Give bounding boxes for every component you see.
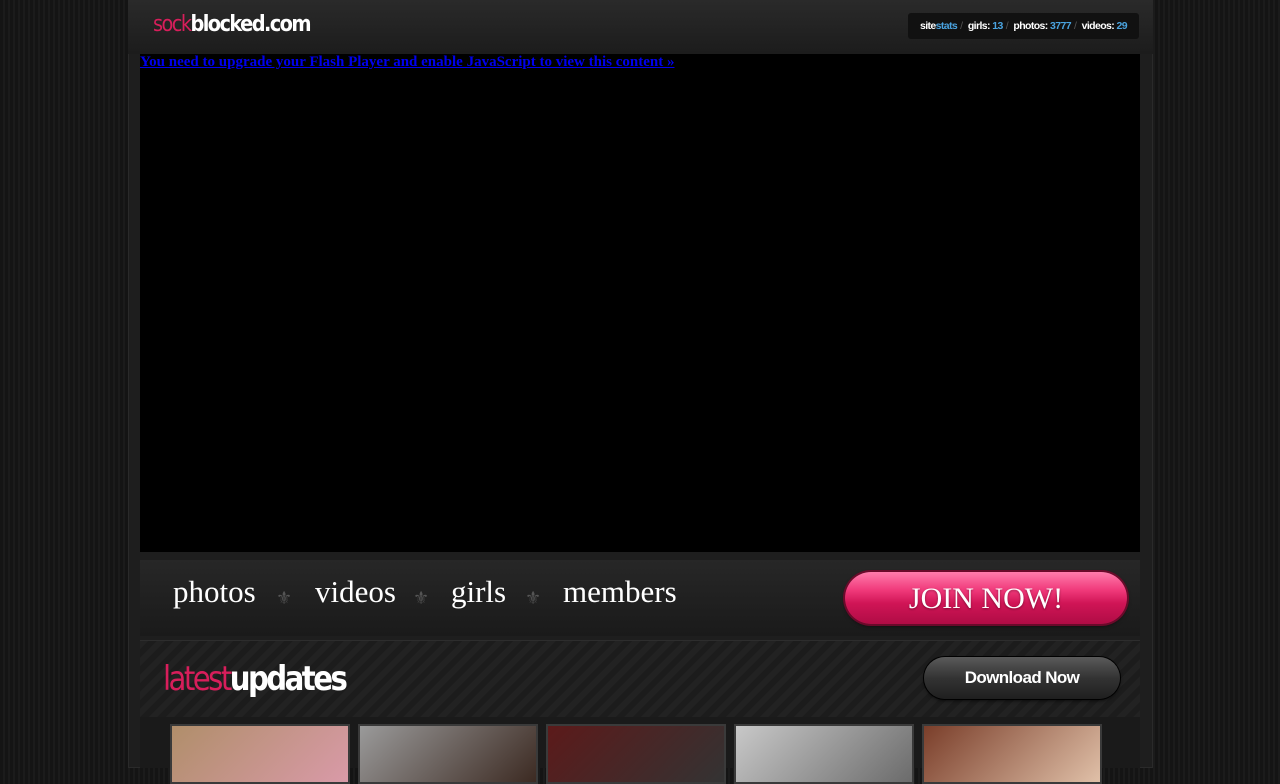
nav-videos[interactable]: videos [315,574,396,610]
stats-videos-label: videos: [1081,20,1115,32]
site-logo[interactable]: sockblocked.com [153,12,312,37]
logo-part-sock: sock [153,12,192,37]
stats-girls-label: girls: [967,20,991,32]
fleur-de-lis-icon: ⚜ [413,588,430,608]
nav-photos[interactable]: photos [173,574,256,610]
thumbnail-row [170,724,1112,784]
stats-videos-value: 29 [1116,20,1128,32]
upgrade-flash-link[interactable]: You need to upgrade your Flash Player an… [140,54,674,71]
stats-label-site: site [919,20,936,32]
stats-photos-value: 3777 [1050,20,1072,32]
stats-separator: / [1073,20,1077,32]
latest-updates-title: latestupdates [163,659,348,699]
latest-updates-section: latestupdates Download Now [140,640,1140,784]
join-now-button[interactable]: JOIN NOW! [845,572,1127,624]
nav-members[interactable]: members [563,574,677,610]
nav-girls[interactable]: girls [451,574,506,610]
stats-label-stats: stats [935,20,958,32]
update-thumbnail[interactable] [734,724,914,784]
main-nav: photos ⚜ videos ⚜ girls ⚜ members JOIN N… [140,560,1140,636]
update-thumbnail[interactable] [922,724,1102,784]
flash-player-area: You need to upgrade your Flash Player an… [140,54,1140,552]
update-thumbnail[interactable] [170,724,350,784]
update-thumbnail[interactable] [546,724,726,784]
stats-separator: / [1005,20,1009,32]
stats-separator: / [960,20,963,32]
page-wrapper: sockblocked.com sitestats / girls: 13/ ph… [128,0,1153,784]
download-now-button[interactable]: Download Now [924,657,1120,699]
header: sockblocked.com sitestats / girls: 13/ ph… [128,0,1153,54]
title-part-updates: updates [229,659,348,699]
latest-updates-header: latestupdates Download Now [140,640,1140,717]
fleur-de-lis-icon: ⚜ [276,588,293,608]
title-part-latest: latest [163,659,232,699]
stats-girls-value: 13 [992,20,1003,32]
site-stats-box: sitestats / girls: 13/ photos: 3777/ vide… [907,13,1139,39]
logo-part-blocked: blocked.com [190,12,311,37]
fleur-de-lis-icon: ⚜ [525,588,542,608]
stats-photos-label: photos: [1013,20,1048,32]
update-thumbnail[interactable] [358,724,538,784]
